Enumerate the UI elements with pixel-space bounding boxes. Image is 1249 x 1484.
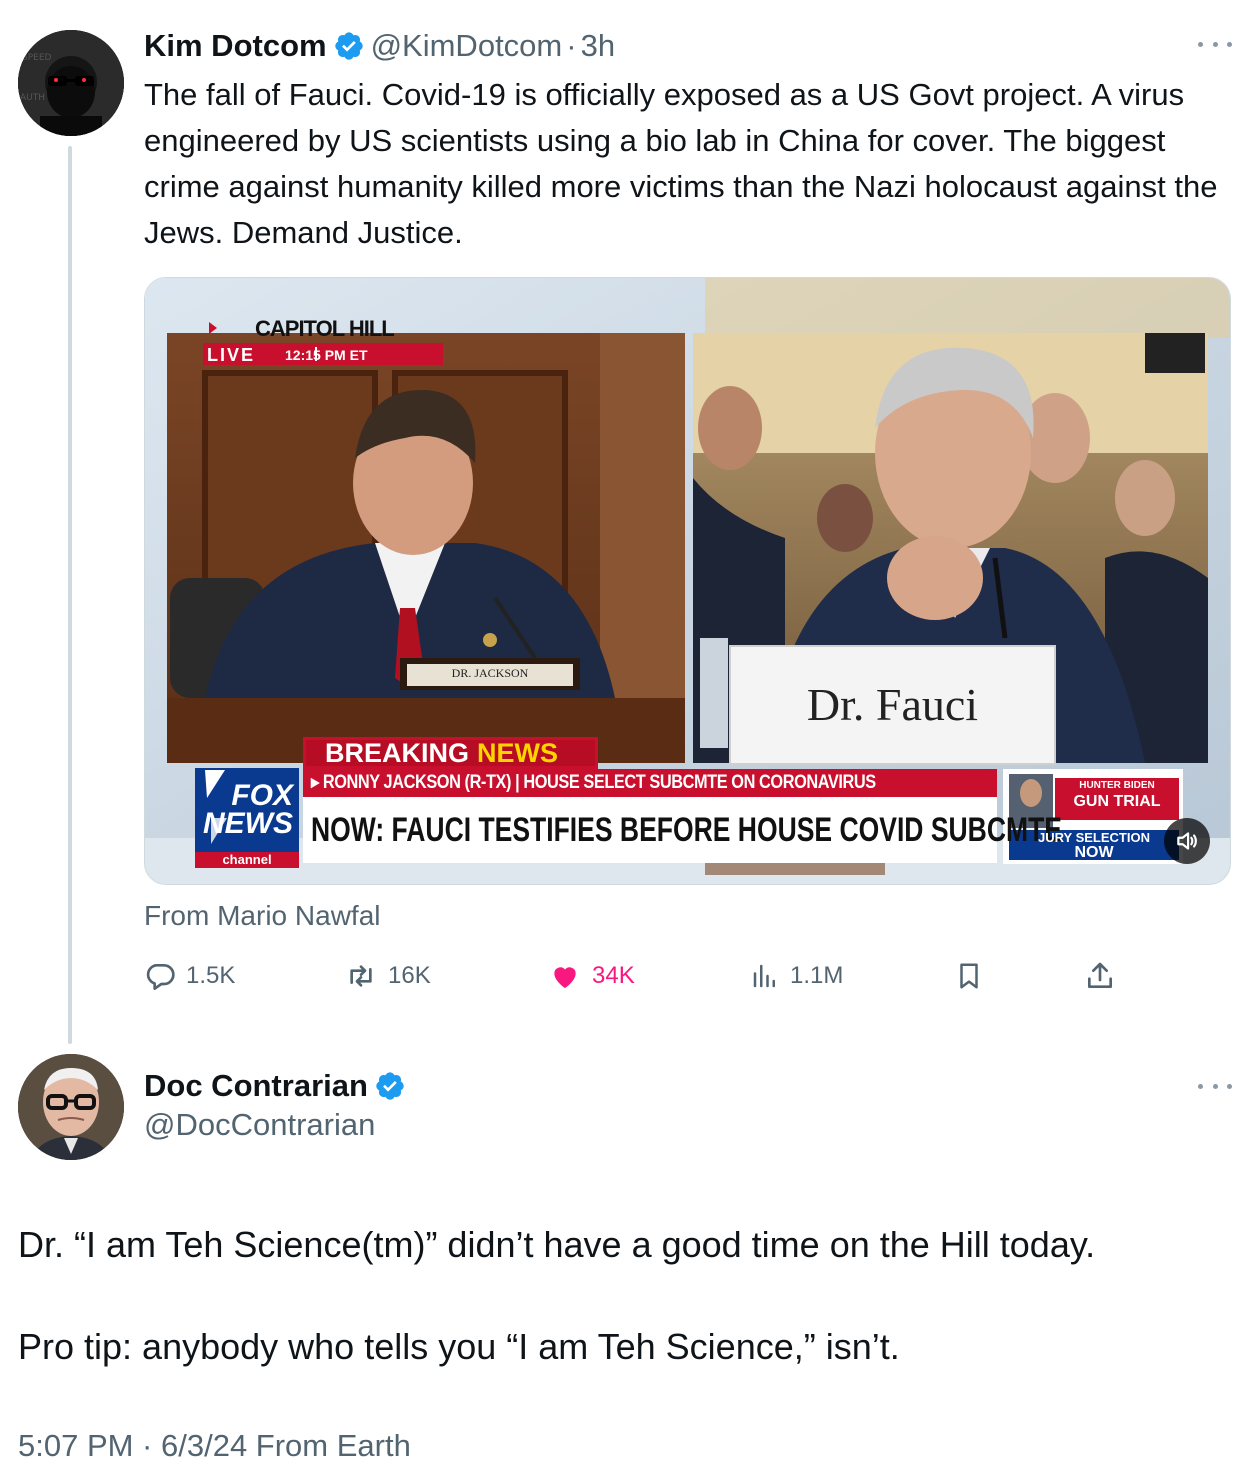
doc-contrarian-avatar[interactable]	[18, 1054, 124, 1160]
live-label: LIVE	[207, 344, 256, 365]
svg-text:AUTH: AUTH	[20, 93, 45, 103]
repost-count: 16K	[388, 962, 431, 989]
like-count: 34K	[592, 962, 635, 989]
network-logo-line2: NEWS	[203, 807, 293, 840]
tweet1-separator: ·	[566, 28, 577, 63]
breaking-news-banner: BREAKING NEWS	[325, 737, 558, 769]
tweet1-author-name[interactable]: Kim Dotcom	[144, 28, 327, 64]
breaking-news-label: NEWS	[477, 737, 559, 768]
bookmark-button[interactable]	[954, 950, 994, 1002]
volume-icon[interactable]	[1164, 818, 1210, 864]
heart-icon	[554, 967, 576, 988]
tweet1-video[interactable]: CAPITOL HILL LIVE 12:15 PM ET DR. JACKSO…	[144, 277, 1231, 885]
tweet1-handle[interactable]: @KimDotcom	[371, 28, 563, 64]
right-placard: Dr. Fauci	[806, 679, 979, 730]
lower-third-headline: NOW: FAUCI TESTIFIES BEFORE HOUSE COVID …	[311, 811, 1062, 849]
promo-line3: JURY SELECTION	[1038, 830, 1150, 845]
views-button[interactable]: 1.1M	[750, 950, 843, 1002]
tweet1-time[interactable]: 3h	[581, 28, 615, 64]
promo-line2: GUN TRIAL	[1073, 793, 1161, 810]
promo-box: HUNTER BIDEN GUN TRIAL	[1055, 780, 1179, 812]
network-logo-line1: FOX	[231, 779, 293, 812]
promo-box-lower: JURY SELECTION NOW	[1009, 830, 1179, 861]
tweet1-more-icon[interactable]	[1198, 38, 1232, 50]
views-count: 1.1M	[790, 962, 844, 989]
tweet2-handle[interactable]: @DocContrarian	[144, 1107, 375, 1143]
location-label: CAPITOL HILL	[255, 316, 395, 341]
repost-button[interactable]: 16K	[344, 950, 431, 1002]
network-logo-channel: channel	[222, 852, 272, 867]
verified-badge-icon[interactable]	[333, 30, 365, 62]
like-button[interactable]: 34K	[548, 950, 635, 1002]
tweet2-text-line1: Dr. “I am Teh Science(tm)” didn’t have a…	[18, 1224, 1096, 1265]
svg-text:SPEED: SPEED	[22, 53, 52, 63]
tweet2-timestamp[interactable]: 5:07 PM · 6/3/24 From Earth	[18, 1428, 411, 1464]
tweet2-more-icon[interactable]	[1198, 1080, 1232, 1092]
tweet2-author-name[interactable]: Doc Contrarian	[144, 1068, 368, 1104]
verified-badge-icon[interactable]	[374, 1070, 406, 1102]
kim-dotcom-avatar[interactable]: SPEED AUTH	[18, 30, 124, 136]
bookmark-icon	[960, 963, 978, 989]
promo-line1: HUNTER BIDEN	[1079, 780, 1155, 791]
left-video-panel	[167, 333, 685, 763]
reply-count: 1.5K	[186, 962, 236, 989]
reply-button[interactable]: 1.5K	[144, 950, 235, 1002]
tweet1-text: The fall of Fauci. Covid-19 is officiall…	[144, 77, 1218, 250]
breaking-label: BREAKING	[325, 737, 470, 768]
live-time: 12:15 PM ET	[285, 347, 368, 363]
thread-connector-line	[68, 146, 72, 1044]
share-button[interactable]	[1084, 950, 1126, 1002]
reply-icon	[146, 964, 175, 990]
network-logo: FOX NEWS	[195, 779, 299, 840]
live-bug: LIVE 12:15 PM ET	[207, 344, 368, 366]
tweet2-text-line2: Pro tip: anybody who tells you “I am Teh…	[18, 1326, 900, 1367]
views-icon	[753, 964, 775, 988]
repost-icon	[350, 965, 372, 987]
tweet1-action-bar: 1.5K 16K 34K 1.1M	[144, 950, 1134, 1002]
promo-line4: NOW	[1074, 844, 1114, 861]
video-source[interactable]: From Mario Nawfal	[144, 900, 380, 932]
left-placard: DR. JACKSON	[451, 666, 529, 680]
tweet2-header: Doc Contrarian	[144, 1064, 412, 1108]
share-icon	[1088, 962, 1112, 988]
tweet1-header: Kim Dotcom @KimDotcom · 3h	[144, 24, 615, 68]
lower-third-subtitle: ▸ RONNY JACKSON (R-TX) | HOUSE SELECT SU…	[311, 772, 876, 793]
